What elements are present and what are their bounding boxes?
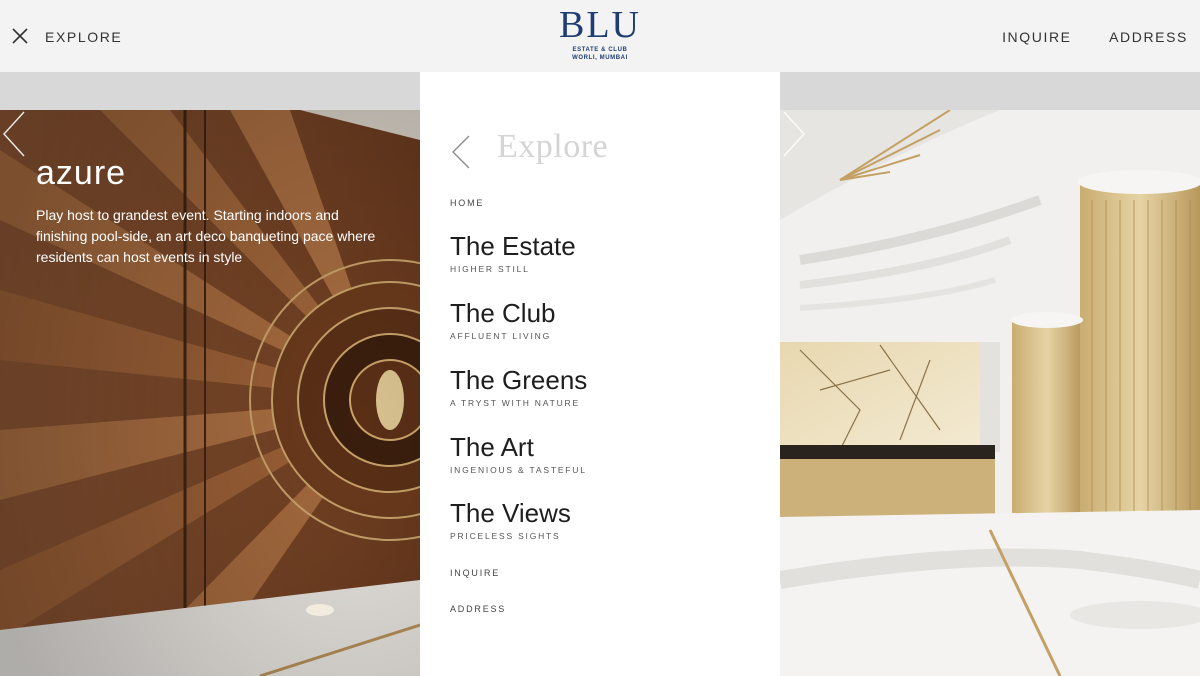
menu-item-subtitle: HIGHER STILL [450,264,530,274]
menu-item-subtitle: A TRYST WITH NATURE [450,398,580,408]
menu-item-subtitle: INGENIOUS & TASTEFUL [450,465,587,475]
header-nav: INQUIRE ADDRESS [970,29,1188,45]
hero-image-left: azure Play host to grandest event. Start… [0,110,420,676]
site-header: EXPLORE BLU ESTATE & CLUB WORLI, MUMBAI … [0,0,1200,72]
chevron-left-icon[interactable] [0,110,28,158]
explore-menu-panel: Explore HOME The Estate HIGHER STILL The… [420,72,780,676]
menu-item-subtitle: AFFLUENT LIVING [450,331,551,341]
menu-item-club[interactable]: The Club AFFLUENT LIVING [450,298,556,342]
menu-link-address[interactable]: ADDRESS [450,604,506,614]
menu-item-subtitle: PRICELESS SIGHTS [450,531,561,541]
wood-wall-illustration [0,110,420,676]
menu-item-views[interactable]: The Views PRICELESS SIGHTS [450,498,571,542]
menu-item-title: The Art [450,432,534,462]
hero-image-right [780,110,1200,676]
hero-description: Play host to grandest event. Starting in… [36,207,376,265]
menu-item-title: The Estate [450,231,576,261]
menu-heading: Explore [497,128,609,165]
chevron-right-icon[interactable] [780,110,808,158]
hero-title: azure [36,154,127,192]
nav-address[interactable]: ADDRESS [1109,29,1188,45]
menu-item-title: The Views [450,498,571,528]
menu-item-title: The Club [450,298,556,328]
close-icon[interactable] [11,27,29,45]
logo-tagline: ESTATE & CLUB [572,47,628,53]
explore-menu-toggle[interactable]: EXPLORE [45,29,122,45]
logo-location: WORLI, MUMBAI [572,55,628,61]
menu-item-title: The Greens [450,365,588,395]
logo-mark: BLU [559,4,641,46]
nav-inquire[interactable]: INQUIRE [1002,29,1072,45]
brand-logo[interactable]: BLU ESTATE & CLUB WORLI, MUMBAI [540,4,660,62]
menu-item-greens[interactable]: The Greens A TRYST WITH NATURE [450,365,587,409]
lobby-illustration [780,110,1200,676]
menu-link-home[interactable]: HOME [450,198,484,208]
chevron-left-icon[interactable] [450,134,472,170]
menu-item-art[interactable]: The Art INGENIOUS & TASTEFUL [450,432,587,476]
menu-link-inquire[interactable]: INQUIRE [450,568,500,578]
menu-item-estate[interactable]: The Estate HIGHER STILL [450,231,576,275]
